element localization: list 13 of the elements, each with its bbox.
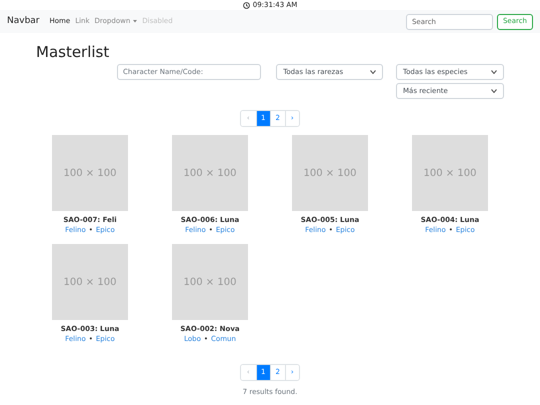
clock-icon: [242, 2, 250, 8]
caret-icon: [491, 89, 497, 93]
navbar-brand[interactable]: Navbar: [7, 14, 40, 28]
image-size-label: 100 × 100: [64, 166, 116, 180]
image-size-label: 100 × 100: [184, 276, 236, 290]
page-title: Masterlist: [36, 43, 110, 61]
image-size-label: 100 × 100: [184, 166, 236, 180]
image-size-label: 100 × 100: [64, 276, 116, 290]
image-size-label: 100 × 100: [304, 166, 356, 180]
caret-icon: [370, 70, 376, 74]
image-size-label: 100 × 100: [424, 166, 476, 180]
caret-icon: [133, 20, 138, 23]
caret-icon: [491, 70, 497, 74]
